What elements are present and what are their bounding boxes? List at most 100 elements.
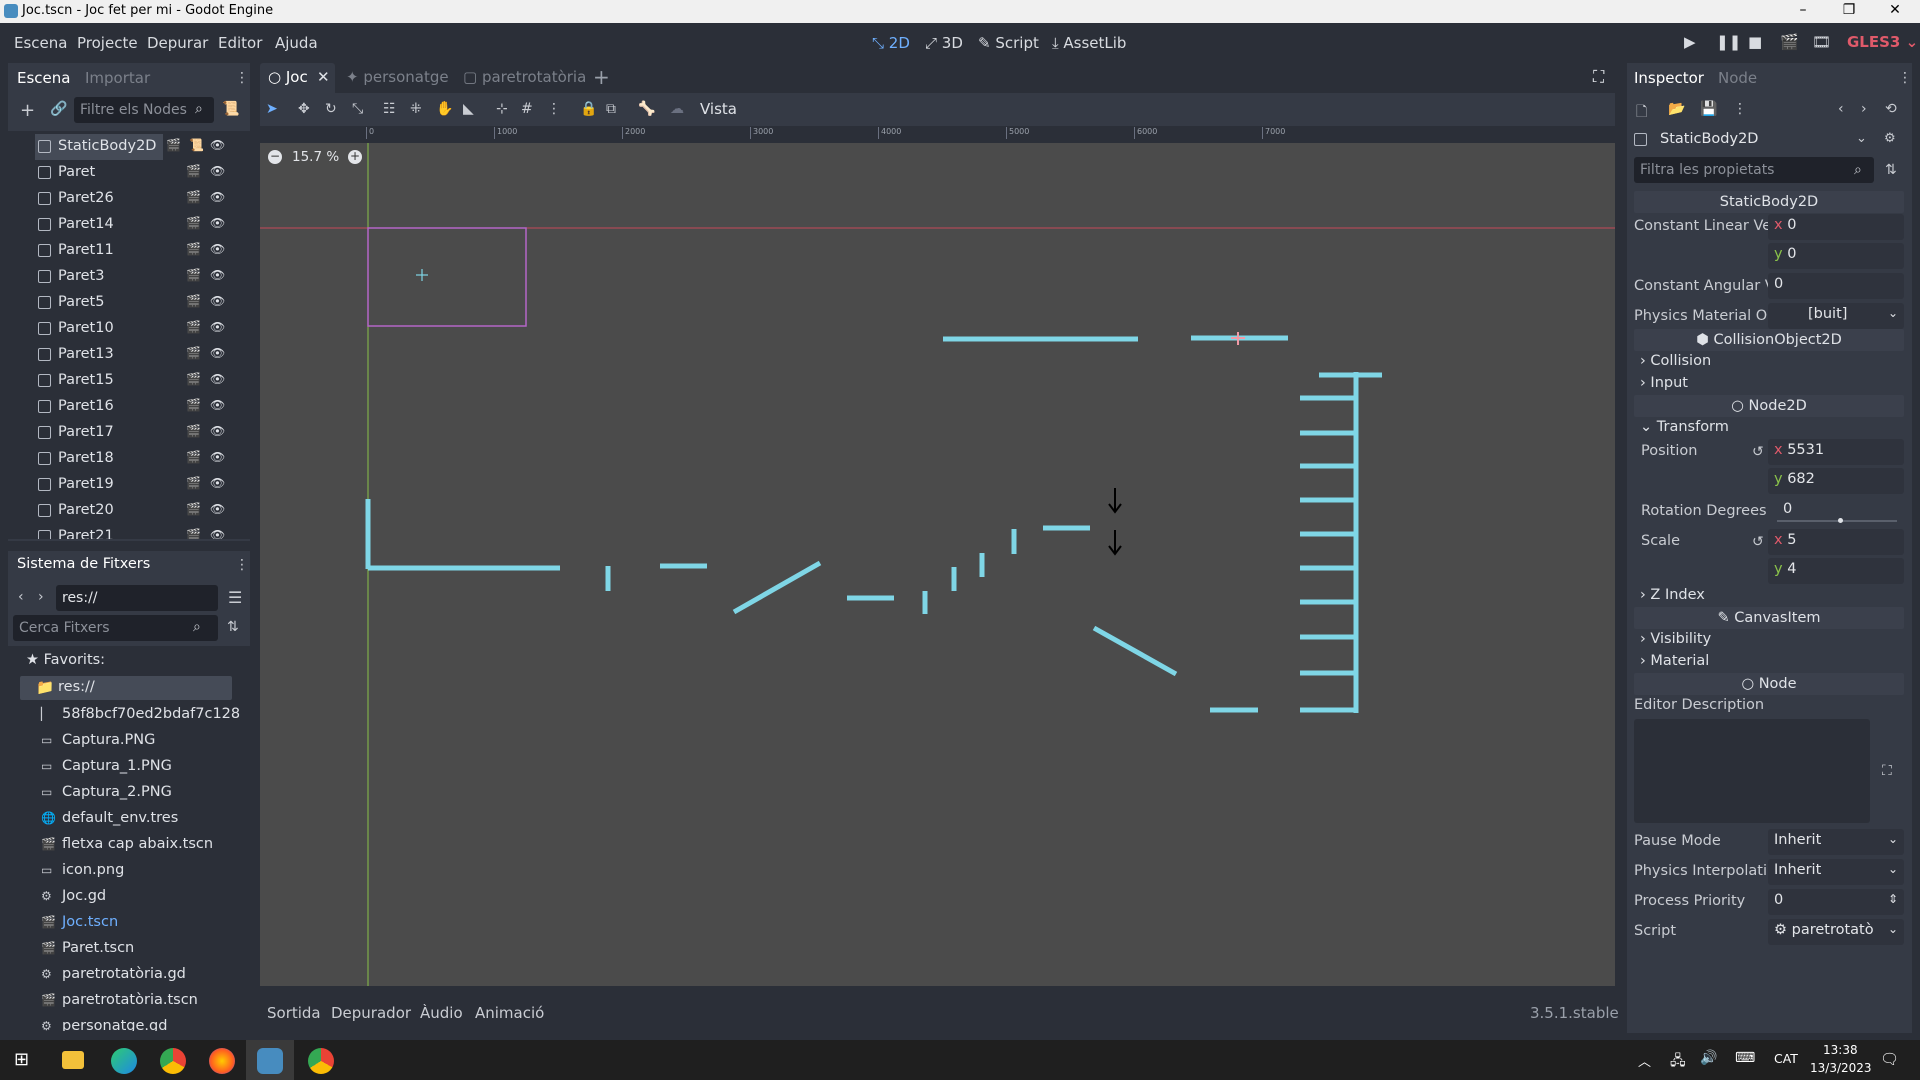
menu-projecte[interactable]: Projecte bbox=[77, 34, 138, 52]
position-y[interactable]: y 682 bbox=[1768, 468, 1904, 494]
distraction-free-icon[interactable]: ⛶ bbox=[1593, 67, 1604, 87]
tree-node-selected[interactable]: StaticBody2D bbox=[35, 134, 163, 160]
workspace-3d-button[interactable]: ⤢ 3D bbox=[925, 34, 963, 52]
spinner-icon[interactable]: ⇕ bbox=[1888, 892, 1898, 906]
keyboard-icon[interactable]: ⌨ bbox=[1735, 1050, 1755, 1066]
file-item[interactable]: 🎬 paretrotatòria.tscn bbox=[41, 988, 241, 1014]
open-scene-icon[interactable]: 🎬 bbox=[186, 424, 201, 438]
play-scene-icon[interactable]: 🎬 bbox=[1780, 33, 1799, 51]
file-item[interactable]: ▭ icon.png bbox=[41, 858, 241, 884]
tree-node[interactable]: Paret10 bbox=[38, 316, 238, 342]
snap-options-icon[interactable]: ⋮ bbox=[547, 101, 561, 117]
new-tab-icon[interactable]: + bbox=[593, 65, 610, 89]
windows-start-icon[interactable]: ⊞ bbox=[14, 1049, 29, 1070]
open-scene-icon[interactable]: 🎬 bbox=[186, 294, 201, 308]
tree-node[interactable]: Paret14 bbox=[38, 212, 238, 238]
network-icon[interactable]: 🖧 bbox=[1670, 1050, 1686, 1074]
tree-node[interactable]: Paret16 bbox=[38, 394, 238, 420]
tab-debugger[interactable]: Depurador bbox=[331, 1004, 411, 1022]
canvas-viewport[interactable]: − 15.7 % + bbox=[260, 143, 1615, 986]
rotation-slider[interactable]: 0 bbox=[1777, 498, 1904, 524]
file-item[interactable]: ▭ Captura_1.PNG bbox=[41, 754, 241, 780]
constant-angular-field[interactable]: 0 bbox=[1768, 273, 1904, 299]
visibility-icon[interactable]: 👁 bbox=[210, 346, 225, 360]
history-icon[interactable]: ⟲ bbox=[1885, 101, 1897, 117]
menu-ajuda[interactable]: Ajuda bbox=[275, 34, 318, 52]
close-tab-icon[interactable]: ✕ bbox=[317, 68, 330, 86]
workspace-assetlib-button[interactable]: ⤓ AssetLib bbox=[1052, 34, 1126, 52]
file-item[interactable]: ⚙ Joc.gd bbox=[41, 884, 241, 910]
camera-override-icon[interactable]: ☁ bbox=[670, 101, 684, 117]
lock-icon[interactable]: 🔒 bbox=[580, 101, 597, 117]
section-z-index[interactable]: › Z Index bbox=[1640, 587, 1705, 603]
open-scene-icon[interactable]: 🎬 bbox=[186, 450, 201, 464]
script-icon[interactable]: 📜 bbox=[189, 138, 204, 152]
visibility-icon[interactable]: 👁 bbox=[210, 294, 225, 308]
file-item[interactable]: 🎬 Joc.tscn bbox=[41, 910, 241, 936]
sort-icon[interactable]: ⇅ bbox=[227, 619, 239, 635]
menu-escena[interactable]: Escena bbox=[14, 34, 67, 52]
file-item[interactable]: 🌐 default_env.tres bbox=[41, 806, 241, 832]
favorites-label[interactable]: ★ Favorits: bbox=[26, 652, 105, 668]
bone-icon[interactable]: 🦴 bbox=[638, 101, 655, 117]
workspace-2d-button[interactable]: ⤡ 2D bbox=[872, 34, 910, 52]
grid-snap-icon[interactable]: # bbox=[521, 101, 533, 117]
open-scene-icon[interactable]: 🎬 bbox=[186, 476, 201, 490]
open-scene-icon[interactable]: 🎬 bbox=[186, 190, 201, 204]
open-scene-icon[interactable]: 🎬 bbox=[186, 346, 201, 360]
expand-icon[interactable]: ⛶ bbox=[1882, 763, 1892, 779]
revert-icon[interactable]: ↺ bbox=[1752, 534, 1764, 550]
tree-node[interactable]: Paret21 bbox=[38, 524, 238, 539]
forward-icon[interactable]: › bbox=[38, 589, 44, 605]
new-resource-icon[interactable]: 🗋 bbox=[1636, 101, 1647, 125]
path-field[interactable]: res:// bbox=[56, 585, 218, 611]
tree-node[interactable]: Paret bbox=[38, 160, 238, 186]
history-back-icon[interactable]: ‹ bbox=[1838, 101, 1844, 117]
tab-audio[interactable]: Àudio bbox=[420, 1004, 463, 1022]
file-item[interactable]: ▭ Captura_2.PNG bbox=[41, 780, 241, 806]
list-view-icon[interactable]: ☰ bbox=[228, 588, 242, 607]
constant-linear-vel-x[interactable]: x 0 bbox=[1768, 214, 1904, 240]
tree-node[interactable]: Paret15 bbox=[38, 368, 238, 394]
group-icon[interactable]: ⧉ bbox=[606, 101, 616, 117]
visibility-icon[interactable]: 👁 bbox=[210, 450, 225, 464]
physics-material-field[interactable]: [buit] ⌄ bbox=[1768, 303, 1904, 329]
zoom-level[interactable]: 15.7 % bbox=[292, 149, 339, 165]
zoom-in-button[interactable]: + bbox=[348, 150, 362, 164]
visibility-icon[interactable]: 👁 bbox=[210, 320, 225, 334]
tree-node[interactable]: Paret5 bbox=[38, 290, 238, 316]
open-scene-icon[interactable]: 🎬 bbox=[186, 398, 201, 412]
process-priority-spinbox[interactable]: 0 ⇕ bbox=[1768, 889, 1904, 915]
open-scene-icon[interactable]: 🎬 bbox=[186, 164, 201, 178]
notification-icon[interactable]: 🗨 bbox=[1880, 1050, 1899, 1068]
file-item[interactable]: ▏ 58f8bcf70ed2bdaf7c128 bbox=[41, 702, 241, 728]
volume-icon[interactable]: 🔊 bbox=[1700, 1050, 1717, 1066]
tree-node[interactable]: Paret18 bbox=[38, 446, 238, 472]
pivot-tool-icon[interactable]: ⁜ bbox=[410, 101, 422, 117]
section-visibility[interactable]: › Visibility bbox=[1640, 631, 1711, 647]
visibility-icon[interactable]: 👁 bbox=[210, 242, 225, 256]
tree-node[interactable]: Paret11 bbox=[38, 238, 238, 264]
save-resource-icon[interactable]: 💾 bbox=[1700, 101, 1717, 117]
renderer-select[interactable]: GLES3 ⌄ bbox=[1847, 33, 1918, 51]
menu-depurar[interactable]: Depurar bbox=[147, 34, 208, 52]
menu-editor[interactable]: Editor bbox=[218, 34, 262, 52]
open-scene-icon[interactable]: 🎬 bbox=[186, 502, 201, 516]
workspace-script-button[interactable]: ✎ Script bbox=[978, 34, 1039, 52]
tab-animation[interactable]: Animació bbox=[475, 1004, 544, 1022]
list-select-icon[interactable]: ☷ bbox=[383, 101, 396, 117]
tab-joc[interactable]: ○ Joc ✕ bbox=[260, 63, 335, 93]
back-icon[interactable]: ‹ bbox=[18, 589, 24, 605]
link-icon[interactable]: 🔗 bbox=[50, 101, 67, 117]
file-explorer-icon[interactable] bbox=[62, 1051, 84, 1069]
tab-personatge[interactable]: ✦ personatge bbox=[346, 68, 449, 86]
language-indicator[interactable]: CAT bbox=[1774, 1051, 1798, 1066]
tab-node[interactable]: Node bbox=[1718, 69, 1757, 87]
physics-interp-select[interactable]: Inherit ⌄ bbox=[1768, 859, 1904, 885]
file-item[interactable]: 🎬 Paret.tscn bbox=[41, 936, 241, 962]
visibility-icon[interactable]: 👁 bbox=[210, 372, 225, 386]
stop-icon[interactable]: ■ bbox=[1748, 33, 1762, 51]
play-custom-scene-icon[interactable]: 🎞 bbox=[1812, 33, 1831, 51]
ruler-tool-icon[interactable]: ◣ bbox=[463, 101, 474, 117]
chrome-icon[interactable] bbox=[308, 1048, 334, 1074]
